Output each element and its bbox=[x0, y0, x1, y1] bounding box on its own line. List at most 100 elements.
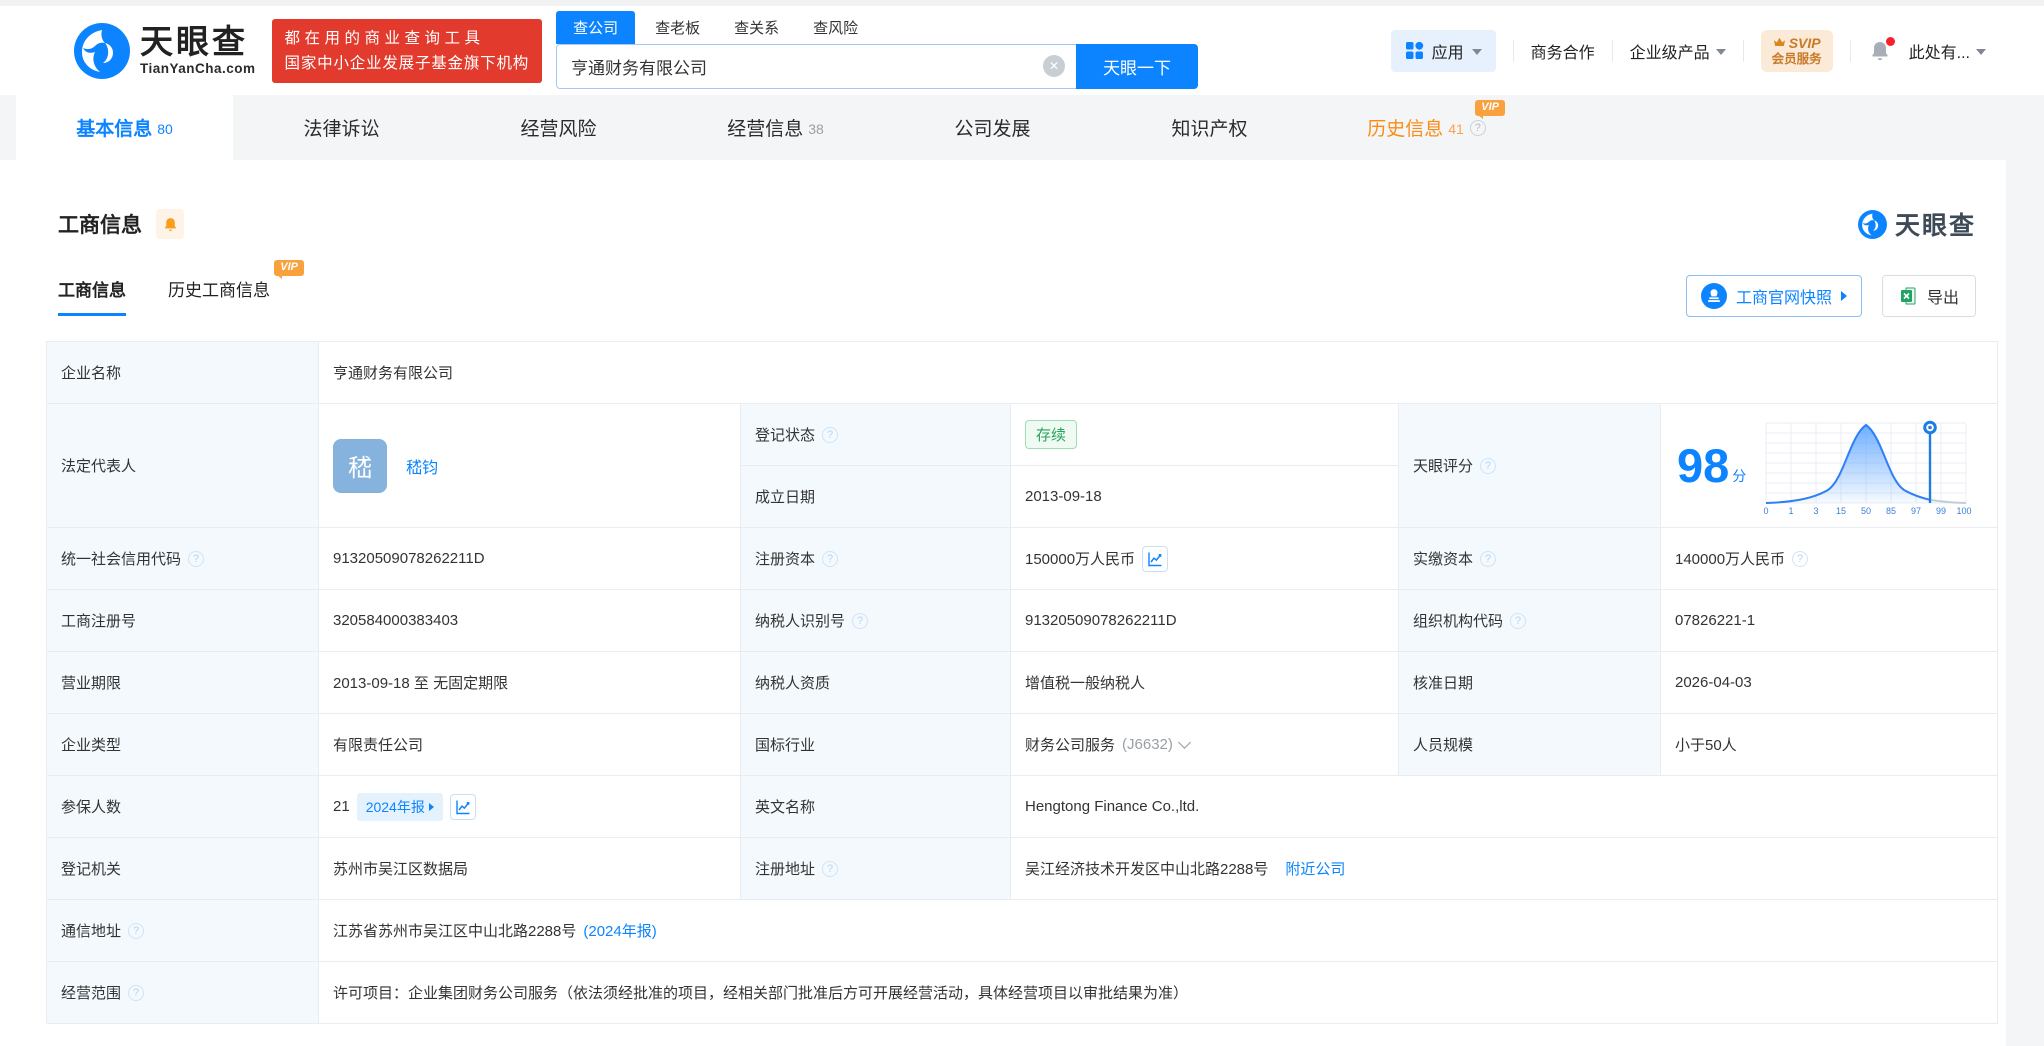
insured-trend-chart-button[interactable] bbox=[449, 793, 476, 820]
trend-chart-icon bbox=[1148, 552, 1162, 566]
field-label-company-type: 企业类型 bbox=[47, 714, 319, 776]
tianyancha-logo-icon bbox=[1857, 209, 1887, 239]
help-icon[interactable] bbox=[852, 612, 869, 629]
tianyancha-page: 天眼查 TianYanCha.com 都在用的商业查询工具 国家中小企业发展子基… bbox=[0, 0, 2044, 1046]
field-label-mail-address: 通信地址 bbox=[47, 900, 319, 962]
search-tab-relation[interactable]: 查关系 bbox=[720, 11, 793, 44]
svg-text:1: 1 bbox=[1789, 506, 1794, 516]
field-value-insured-count: 21 2024年报 bbox=[319, 776, 741, 838]
help-icon[interactable] bbox=[822, 550, 839, 567]
tab-label: 经营风险 bbox=[520, 119, 597, 140]
subscribe-bell-button[interactable] bbox=[156, 209, 184, 239]
field-label-industry: 国标行业 bbox=[741, 714, 1011, 776]
field-label-score: 天眼评分 bbox=[1399, 404, 1661, 528]
help-icon[interactable] bbox=[188, 550, 205, 567]
tab-operating-info[interactable]: 经营信息 38 bbox=[667, 95, 884, 160]
subtab-row: 工商信息 历史工商信息 VIP 工商官网快照 导出 bbox=[58, 260, 1976, 320]
divider bbox=[1849, 39, 1851, 62]
tab-count: 38 bbox=[808, 120, 824, 137]
logo-text-en: TianYanCha.com bbox=[140, 61, 256, 76]
legal-rep-name-link[interactable]: 嵇钧 bbox=[406, 454, 438, 478]
field-value-staff-size: 小于50人 bbox=[1661, 714, 1998, 776]
nav-business-cooperation[interactable]: 商务合作 bbox=[1531, 39, 1595, 63]
official-snapshot-button[interactable]: 工商官网快照 bbox=[1685, 275, 1862, 317]
help-icon[interactable] bbox=[822, 860, 839, 877]
capital-trend-chart-button[interactable] bbox=[1142, 545, 1169, 572]
legal-rep-avatar[interactable]: 嵇 bbox=[333, 438, 387, 493]
help-icon[interactable] bbox=[1510, 612, 1527, 629]
help-icon[interactable] bbox=[1480, 457, 1497, 474]
field-value-company-type: 有限责任公司 bbox=[319, 714, 741, 776]
nearby-companies-link[interactable]: 附近公司 bbox=[1285, 858, 1345, 879]
field-label-company-name: 企业名称 bbox=[47, 342, 319, 404]
tab-count: 80 bbox=[157, 120, 173, 137]
brand-watermark: 天眼查 bbox=[1857, 206, 1976, 242]
label-text: 登记状态 bbox=[755, 427, 816, 444]
tab-history-info[interactable]: VIP 历史信息 41 bbox=[1318, 95, 1535, 160]
score-axis-labels: 0 1 3 15 50 85 97 99 100 bbox=[1764, 506, 1972, 516]
brand-text: 天眼查 bbox=[1894, 212, 1976, 240]
value-text: 140000万人民币 bbox=[1675, 551, 1786, 568]
svip-member-service[interactable]: SVIP 会员服务 bbox=[1760, 29, 1833, 72]
score-value: 98 bbox=[1677, 439, 1730, 492]
vip-badge: VIP bbox=[274, 260, 304, 279]
annual-report-badge[interactable]: 2024年报 bbox=[356, 792, 443, 821]
business-info-table: 企业名称 亨通财务有限公司 法定代表人 嵇 嵇钧 登记状态 存续 天眼评分 98… bbox=[46, 341, 1998, 1024]
field-value-reg-number: 320584000383403 bbox=[319, 590, 741, 652]
search-button[interactable]: 天眼一下 bbox=[1076, 43, 1199, 89]
value-text: 吴江经济技术开发区中山北路2288号 bbox=[1025, 861, 1269, 878]
field-value-mail-address: 江苏省苏州市吴江区中山北路2288号 (2024年报) bbox=[319, 900, 1998, 962]
nav-biz-label: 商务合作 bbox=[1530, 44, 1595, 62]
field-value-taxpayer-quality: 增值税一般纳税人 bbox=[1011, 652, 1399, 714]
arrow-right-icon bbox=[428, 802, 434, 811]
tab-operating-risk[interactable]: 经营风险 bbox=[450, 95, 667, 160]
subtab-business-info[interactable]: 工商信息 bbox=[58, 276, 126, 316]
field-label-establish-date: 成立日期 bbox=[741, 466, 1011, 528]
help-icon[interactable] bbox=[128, 922, 145, 939]
search-tab-boss[interactable]: 查老板 bbox=[641, 11, 714, 44]
nav-enterprise-products[interactable]: 企业级产品 bbox=[1630, 39, 1726, 63]
search-tabs: 查公司 查老板 查关系 查风险 bbox=[556, 10, 1198, 44]
notification-bell[interactable] bbox=[1868, 36, 1895, 63]
search-tab-risk[interactable]: 查风险 bbox=[799, 11, 872, 44]
field-label-taxpayer-id: 纳税人识别号 bbox=[741, 590, 1011, 652]
site-logo[interactable]: 天眼查 TianYanCha.com bbox=[74, 22, 256, 79]
stamp-icon bbox=[1700, 283, 1727, 309]
label-text: 注册资本 bbox=[755, 551, 816, 568]
value-text: 21 bbox=[333, 798, 350, 815]
notification-dot bbox=[1885, 36, 1895, 46]
tab-company-development[interactable]: 公司发展 bbox=[884, 95, 1101, 160]
nav-apps[interactable]: 应用 bbox=[1390, 29, 1496, 72]
export-button[interactable]: 导出 bbox=[1881, 275, 1976, 317]
svg-text:50: 50 bbox=[1861, 506, 1871, 516]
svg-text:97: 97 bbox=[1911, 506, 1921, 516]
help-icon[interactable] bbox=[1480, 550, 1497, 567]
chevron-down-icon[interactable] bbox=[1178, 736, 1191, 749]
promo-banner: 都在用的商业查询工具 国家中小企业发展子基金旗下机构 bbox=[271, 18, 543, 83]
tab-basic-info[interactable]: 基本信息 80 bbox=[16, 95, 233, 160]
tab-count: 41 bbox=[1448, 120, 1464, 137]
field-value-approval-date: 2026-04-03 bbox=[1661, 652, 1998, 714]
arrow-right-icon bbox=[1840, 291, 1847, 301]
subtab-label: 历史工商信息 bbox=[168, 281, 270, 300]
field-label-legal-rep: 法定代表人 bbox=[47, 404, 319, 528]
search-input[interactable] bbox=[556, 43, 1077, 89]
clear-search-icon[interactable] bbox=[1043, 54, 1066, 77]
divider bbox=[1742, 39, 1744, 62]
field-label-reg-number: 工商注册号 bbox=[47, 590, 319, 652]
nav-enterprise-label: 企业级产品 bbox=[1629, 44, 1710, 62]
field-label-english-name: 英文名称 bbox=[741, 776, 1011, 838]
chevron-down-icon bbox=[1715, 48, 1726, 55]
help-icon[interactable] bbox=[1792, 550, 1809, 567]
help-icon[interactable] bbox=[1469, 119, 1486, 136]
tab-legal-proceedings[interactable]: 法律诉讼 bbox=[233, 95, 450, 160]
tab-intellectual-property[interactable]: 知识产权 bbox=[1101, 95, 1318, 160]
help-icon[interactable] bbox=[822, 426, 839, 443]
nav-more[interactable]: 此处有... bbox=[1909, 39, 1986, 63]
annual-report-link[interactable]: (2024年报) bbox=[583, 920, 656, 941]
field-value-legal-rep: 嵇 嵇钧 bbox=[319, 404, 741, 528]
subtab-history-business-info[interactable]: 历史工商信息 VIP bbox=[168, 260, 304, 316]
search-tab-company[interactable]: 查公司 bbox=[556, 10, 636, 44]
help-icon[interactable] bbox=[128, 984, 145, 1001]
label-text: 组织机构代码 bbox=[1413, 613, 1504, 630]
